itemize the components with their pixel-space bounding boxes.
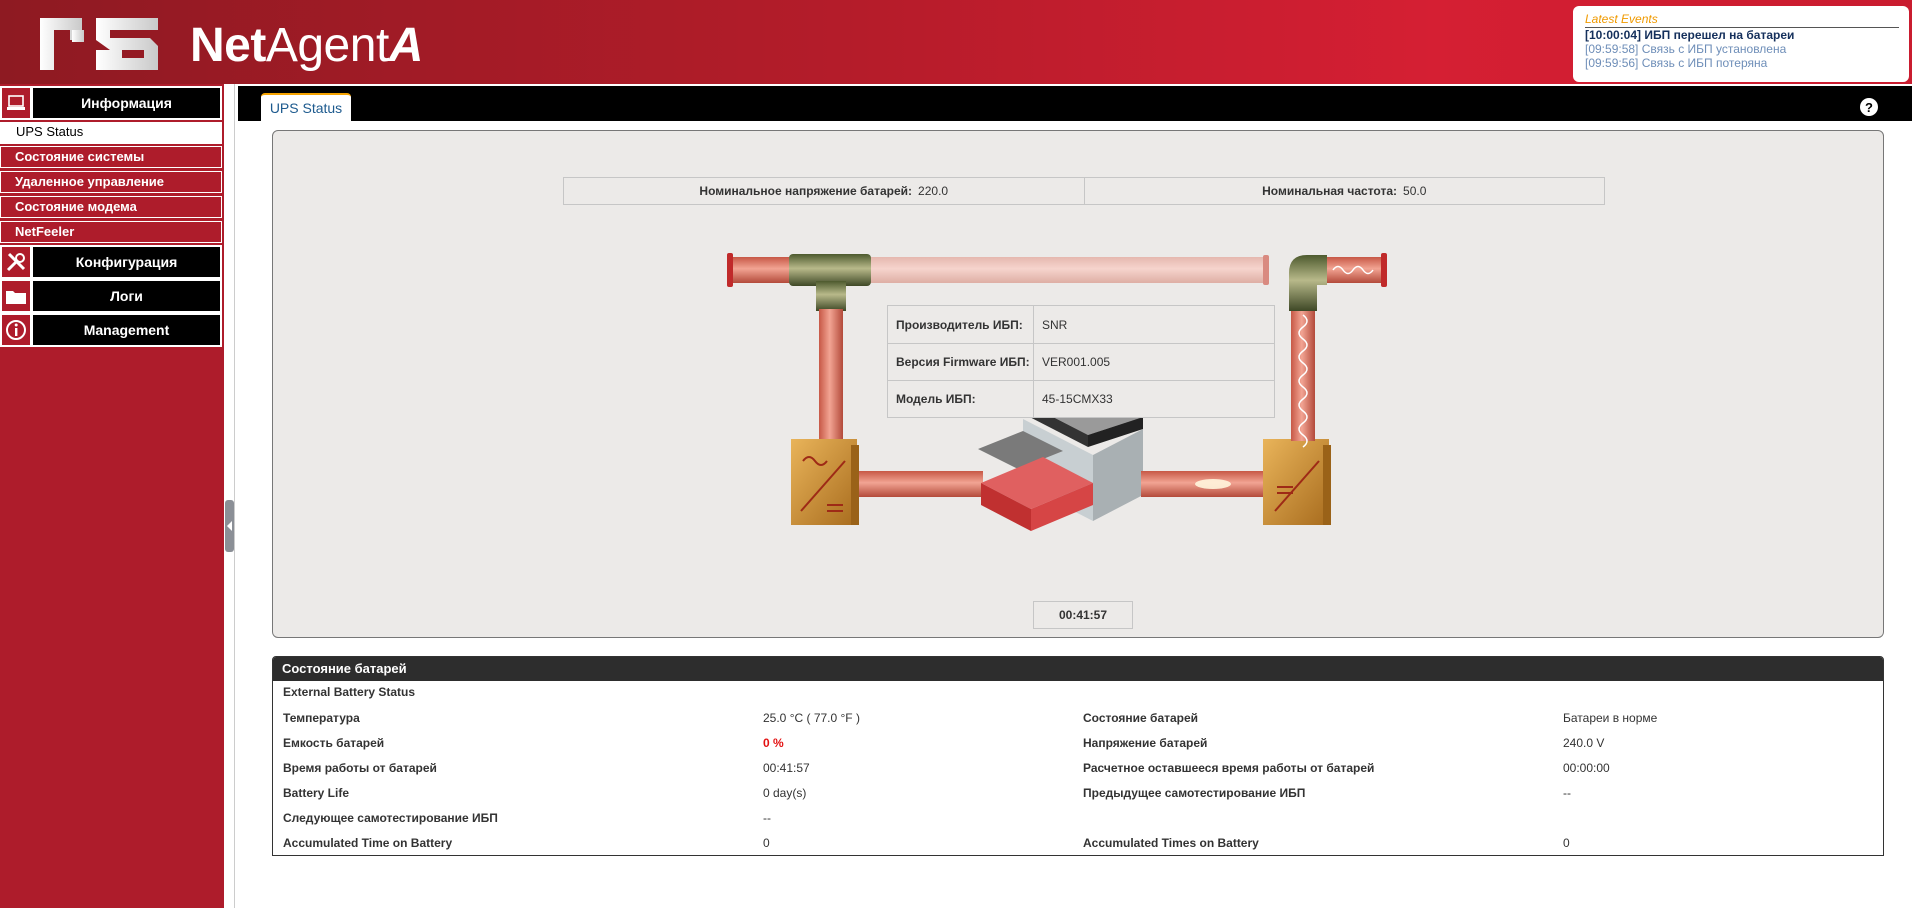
tab-ups-status[interactable]: UPS Status bbox=[261, 93, 351, 121]
sidebar-item-remote[interactable]: Удаленное управление bbox=[0, 171, 222, 193]
cell-label: Состояние батарей bbox=[1083, 711, 1199, 725]
nominal-voltage: Номинальное напряжение батарей: 220.0 bbox=[699, 184, 949, 198]
sidebar-item-system-state[interactable]: Состояние системы bbox=[0, 146, 222, 168]
sidebar-border bbox=[234, 84, 235, 908]
event-item[interactable]: [09:59:56] Связь с ИБП потеряна bbox=[1585, 56, 1899, 70]
ups-info-table: Производитель ИБП: SNR Версия Firmware И… bbox=[887, 305, 1275, 418]
cell-value: 0 day(s) bbox=[763, 786, 807, 800]
cell-value: 00:00:00 bbox=[1563, 761, 1610, 775]
table-row: Accumulated Time on Battery 0 Accumulate… bbox=[273, 830, 1883, 855]
battery-capacity-value: 0 % bbox=[763, 736, 784, 750]
cell-label: Расчетное оставшееся время работы от бат… bbox=[1083, 761, 1375, 775]
firmware-value: VER001.005 bbox=[1042, 355, 1111, 369]
menu-management[interactable]: Management bbox=[0, 313, 222, 347]
table-row: Следующее самотестирование ИБП -- bbox=[273, 805, 1883, 830]
cell-value: Батареи в норме bbox=[1563, 711, 1658, 725]
table-row: Battery Life 0 day(s) Предыдущее самотес… bbox=[273, 780, 1883, 805]
menu-management-label: Management bbox=[33, 315, 220, 345]
table-row: Время работы от батарей 00:41:57 Расчетн… bbox=[273, 755, 1883, 780]
menu-information-label: Информация bbox=[33, 88, 220, 118]
vendor-value: SNR bbox=[1042, 317, 1068, 332]
vendor-label: Производитель ИБП: bbox=[888, 306, 1034, 343]
menu-logs-label: Логи bbox=[33, 281, 220, 311]
cell-value: 0 bbox=[763, 836, 770, 850]
tab-bar bbox=[238, 86, 1912, 121]
table-row: Производитель ИБП: SNR bbox=[888, 306, 1274, 343]
event-item[interactable]: [09:59:58] Связь с ИБП установлена bbox=[1585, 42, 1899, 56]
cell-label: Battery Life bbox=[283, 786, 350, 800]
header: NetAgentA Latest Events [10:00:04] ИБП п… bbox=[0, 0, 1912, 84]
ups-status-panel: Номинальное напряжение батарей: 220.0 Ном… bbox=[272, 130, 1884, 638]
cell-label: Напряжение батарей bbox=[1083, 736, 1208, 750]
cell-label: Температура bbox=[283, 711, 360, 725]
sidebar: Информация UPS Status Состояние системы … bbox=[0, 84, 224, 908]
menu-information[interactable]: Информация bbox=[0, 86, 222, 120]
cell-value: -- bbox=[763, 811, 771, 825]
nominal-values: Номинальное напряжение батарей: 220.0 Ном… bbox=[563, 177, 1605, 205]
cell-value: 25.0 °C ( 77.0 °F ) bbox=[763, 711, 860, 725]
help-icon[interactable]: ? bbox=[1860, 98, 1878, 116]
menu-logs[interactable]: Логи bbox=[0, 279, 222, 313]
sidebar-item-modem[interactable]: Состояние модема bbox=[0, 196, 222, 218]
battery-status-title: Состояние батарей bbox=[273, 657, 1883, 681]
event-item[interactable]: [10:00:04] ИБП перешел на батареи bbox=[1585, 28, 1899, 42]
model-label: Модель ИБП: bbox=[888, 381, 1034, 417]
info-icon bbox=[2, 315, 30, 345]
table-row: Версия Firmware ИБП: VER001.005 bbox=[888, 343, 1274, 380]
sidebar-item-ups-status[interactable]: UPS Status bbox=[0, 122, 222, 144]
cell-value: 0 bbox=[1563, 836, 1570, 850]
model-value: 45-15CMX33 bbox=[1042, 392, 1113, 406]
cell-value: -- bbox=[1563, 786, 1571, 800]
cell-label: Время работы от батарей bbox=[283, 761, 437, 775]
cell-label: Следующее самотестирование ИБП bbox=[283, 811, 498, 825]
battery-status-subtitle: External Battery Status bbox=[283, 685, 416, 699]
latest-events-panel: Latest Events [10:00:04] ИБП перешел на … bbox=[1573, 6, 1909, 82]
table-row: Температура 25.0 °C ( 77.0 °F ) Состояни… bbox=[273, 705, 1883, 730]
firmware-label: Версия Firmware ИБП: bbox=[888, 344, 1034, 380]
cell-value: 00:41:57 bbox=[763, 761, 810, 775]
tools-icon bbox=[2, 247, 30, 277]
cell-label: Емкость батарей bbox=[283, 736, 385, 750]
folder-icon bbox=[2, 281, 30, 311]
table-row: Модель ИБП: 45-15CMX33 bbox=[888, 380, 1274, 417]
sidebar-collapse-handle[interactable] bbox=[225, 500, 234, 552]
netagent-logo-icon bbox=[40, 18, 158, 70]
nominal-frequency: Номинальная частота: 50.0 bbox=[1083, 178, 1605, 204]
cell-label: Accumulated Time on Battery bbox=[283, 836, 453, 850]
battery-status-panel: Состояние батарей External Battery Statu… bbox=[272, 656, 1884, 856]
menu-configuration-label: Конфигурация bbox=[33, 247, 220, 277]
cell-label: Предыдущее самотестирование ИБП bbox=[1083, 786, 1306, 800]
menu-configuration[interactable]: Конфигурация bbox=[0, 245, 222, 279]
events-title: Latest Events bbox=[1585, 12, 1899, 28]
sidebar-item-netfeeler[interactable]: NetFeeler bbox=[0, 221, 222, 243]
table-row: Емкость батарей 0 % Напряжение батарей 2… bbox=[273, 730, 1883, 755]
cell-value: 240.0 V bbox=[1563, 736, 1605, 750]
brand-title: NetAgentA bbox=[190, 19, 423, 72]
battery-runtime-timer: 00:41:57 bbox=[1033, 601, 1133, 629]
cell-label: Accumulated Times on Battery bbox=[1083, 836, 1259, 850]
laptop-icon bbox=[2, 88, 30, 118]
